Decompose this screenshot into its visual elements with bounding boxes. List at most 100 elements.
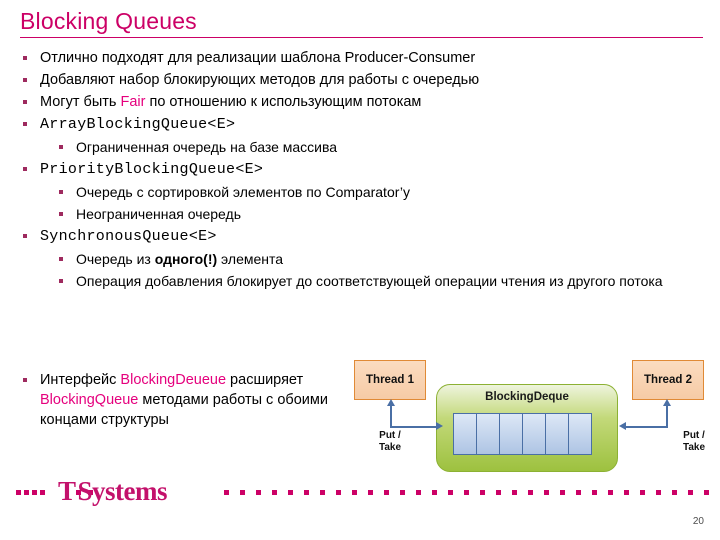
bullet-item-l2: Неограниченная очередь (0, 204, 720, 224)
footer-dot (448, 490, 453, 495)
footer-dot (368, 490, 373, 495)
footer-dot (240, 490, 245, 495)
text-run: Интерфейс (40, 372, 121, 388)
footer-dot (496, 490, 501, 495)
bullet-marker (23, 100, 27, 104)
footer-dot (352, 490, 357, 495)
accent-text: BlockingQueue (40, 392, 139, 408)
footer-dot (32, 490, 37, 495)
right-op-line-1: Put / (683, 430, 705, 441)
logo-t-mark: T (58, 476, 76, 506)
footer-dot (336, 490, 341, 495)
left-arrow-vertical (390, 406, 392, 428)
thread-1-box: Thread 1 (354, 360, 426, 400)
footer-dot (512, 490, 517, 495)
footer-dot (640, 490, 645, 495)
left-arrowhead-up-icon (387, 399, 395, 406)
bullet-marker (23, 234, 27, 238)
bullet-text: Очередь с сортировкой элементов по Compa… (76, 184, 411, 200)
bullet-code-text: ArrayBlockingQueue<E> (40, 116, 236, 133)
footer-dot (400, 490, 405, 495)
bullet-list: Отлично подходят для реализации шаблона … (0, 48, 720, 293)
footer-dot (24, 490, 29, 495)
bullet-marker (59, 190, 63, 194)
accent-text: Fair (120, 94, 146, 110)
footer-dot (272, 490, 277, 495)
slide: Blocking Queues Отлично подходят для реа… (0, 0, 720, 540)
deque-cell (499, 413, 523, 455)
left-arrow-horizontal (390, 426, 436, 428)
bullet-text: Операция добавления блокирует до соответ… (76, 273, 663, 289)
bullet-item-l2: Очередь с сортировкой элементов по Compa… (0, 182, 720, 202)
footer-dot (304, 490, 309, 495)
text-run: Могут быть (40, 94, 121, 110)
left-arrowhead-right-icon (436, 422, 443, 430)
bullet-item-l1: ArrayBlockingQueue<E> (0, 114, 720, 135)
footer-dot (432, 490, 437, 495)
footer-dot (384, 490, 389, 495)
bullet-code-text: PriorityBlockingQueue<E> (40, 161, 264, 178)
right-arrow-vertical (666, 406, 668, 428)
bullet-text: Отлично подходят для реализации шаблона … (40, 50, 476, 66)
final-bullet-text: Интерфейс BlockingDeueue расширяет Block… (0, 370, 330, 430)
bullet-marker (59, 279, 63, 283)
blocking-deque-label: BlockingDeque (485, 391, 569, 403)
t-systems-logo: TSystems (56, 476, 168, 507)
thread-2-label: Thread 2 (644, 374, 692, 386)
bullet-marker (23, 122, 27, 126)
bullet-item-l1: Могут быть Fair по отношению к использую… (0, 92, 720, 112)
blocking-deque-container: BlockingDeque (436, 384, 618, 472)
bullet-item-l2: Операция добавления блокирует до соответ… (0, 271, 720, 291)
footer-dot (256, 490, 261, 495)
bullet-text: Добавляют набор блокирующих методов для … (40, 72, 480, 88)
footer-dot (480, 490, 485, 495)
bullet-marker (23, 56, 27, 60)
text-run: расширяет (226, 372, 304, 388)
right-arrow-horizontal (626, 426, 668, 428)
footer-dot (624, 490, 629, 495)
deque-cell-row (453, 413, 592, 455)
bullet-item-l2: Ограниченная очередь на базе массива (0, 137, 720, 157)
footer-dot (544, 490, 549, 495)
right-op-line-2: Take (682, 442, 706, 453)
footer-dot (608, 490, 613, 495)
deque-cell (568, 413, 592, 455)
bullet-item-l1: PriorityBlockingQueue<E> (0, 159, 720, 180)
footer-dot (320, 490, 325, 495)
left-op-line-1: Put / (379, 430, 401, 441)
title-underline (20, 37, 703, 38)
bullet-text: Ограниченная очередь на базе массива (76, 139, 338, 155)
text-run: по отношению к использующим потокам (145, 94, 422, 110)
text-run: Очередь из (76, 251, 155, 267)
right-operation-label: Put / Take (674, 430, 714, 454)
thread-1-label: Thread 1 (366, 374, 414, 386)
bullet-marker (23, 167, 27, 171)
page-title: Blocking Queues (20, 8, 197, 34)
page-number: 20 (692, 516, 704, 527)
deque-cell (476, 413, 500, 455)
bullet-text: Неограниченная очередь (76, 206, 241, 222)
footer-dot (528, 490, 533, 495)
footer-dot (416, 490, 421, 495)
deque-cell (522, 413, 546, 455)
footer-dot (16, 490, 21, 495)
accent-text: BlockingDeueue (120, 372, 227, 388)
footer-dot (576, 490, 581, 495)
bullet-marker (59, 257, 63, 261)
footer-dot (656, 490, 661, 495)
bullet-marker (23, 378, 27, 382)
emphasis-text: одного(!) (154, 251, 218, 267)
text-run: элемента (217, 251, 284, 267)
bullet-marker (23, 78, 27, 82)
bullet-item-l1: SynchronousQueue<E> (0, 226, 720, 247)
footer-dot (688, 490, 693, 495)
footer-dot (672, 490, 677, 495)
right-arrowhead-up-icon (663, 399, 671, 406)
bullet-text: Могут быть Fair по отношению к использую… (40, 94, 421, 110)
left-op-line-2: Take (378, 442, 402, 453)
logo-wordmark: Systems (77, 476, 168, 506)
footer-dot (464, 490, 469, 495)
footer-dot (560, 490, 565, 495)
thread-2-box: Thread 2 (632, 360, 704, 400)
deque-cell (545, 413, 569, 455)
